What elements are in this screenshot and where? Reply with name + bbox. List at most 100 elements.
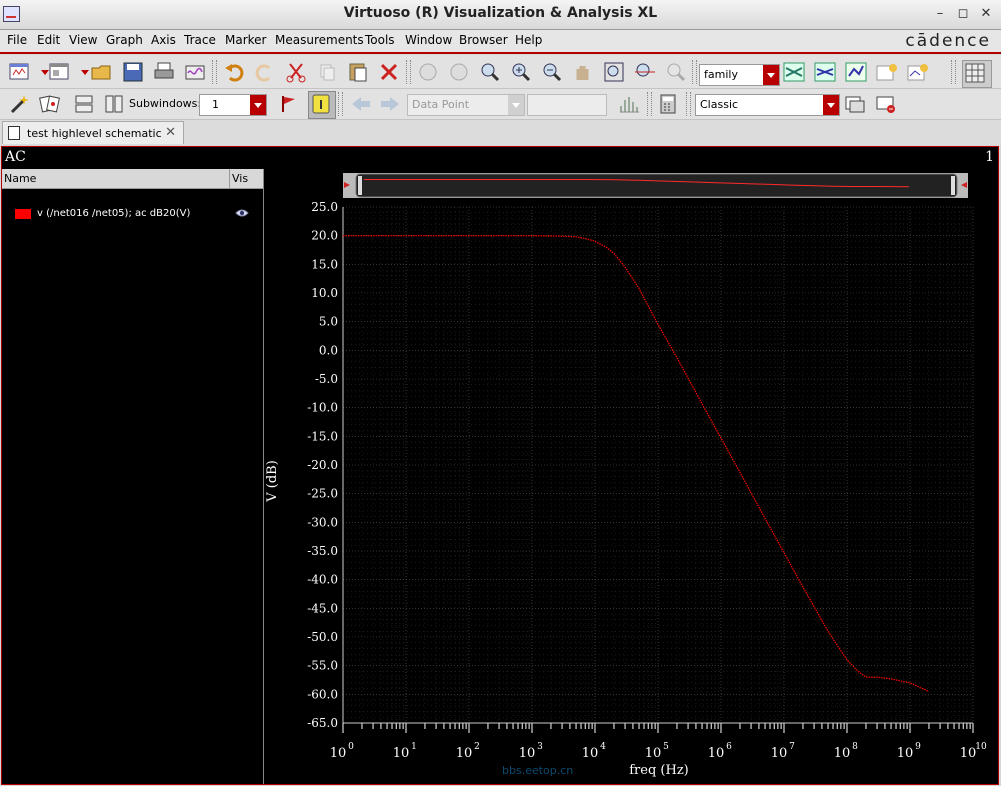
zoom-icon[interactable]: [478, 60, 502, 84]
chevron-down-icon[interactable]: [250, 95, 266, 115]
open-folder-icon[interactable]: [90, 60, 114, 84]
next-point-icon[interactable]: [378, 92, 402, 116]
zoom-x-icon[interactable]: [633, 60, 657, 84]
x-tick-exponent: 1: [411, 742, 417, 752]
menu-browser[interactable]: Browser: [459, 33, 508, 47]
overview-handle-right[interactable]: [951, 176, 955, 195]
toolbar-separator: [686, 92, 691, 116]
prev-point-icon[interactable]: [349, 92, 373, 116]
y-tick-label: -5.0: [315, 372, 338, 386]
zoom-out-circle-icon[interactable]: [447, 60, 471, 84]
select-wand-icon[interactable]: [8, 92, 32, 116]
flag-icon[interactable]: [277, 92, 301, 116]
plot-canvas[interactable]: 25.0 20.0 15.0 10.0 5.0 0.0 -5.0 -10.0 -15.0 -20.…: [264, 169, 998, 784]
menu-bar: File Edit View Graph Axis Trace Marker M…: [0, 30, 1001, 54]
overlay-traces-icon[interactable]: [813, 60, 837, 84]
zoom-in-icon[interactable]: [509, 60, 533, 84]
undo-icon[interactable]: [222, 60, 246, 84]
cards-icon[interactable]: [38, 92, 62, 116]
menu-window[interactable]: Window: [405, 33, 452, 47]
menu-marker[interactable]: Marker: [225, 33, 266, 47]
column-divider[interactable]: [229, 169, 230, 188]
chevron-down-icon[interactable]: [33, 60, 49, 84]
strip-traces-icon[interactable]: [782, 60, 806, 84]
copy-icon[interactable]: [315, 60, 339, 84]
trace-color-swatch[interactable]: [15, 209, 31, 219]
family-select[interactable]: family: [699, 64, 780, 86]
zoom-out-icon[interactable]: [540, 60, 564, 84]
trace-label[interactable]: v (/net016 /net05); ac dB20(V): [37, 208, 190, 219]
y-tick-label: -50.0: [307, 630, 338, 644]
waveform-print-icon[interactable]: [183, 60, 207, 84]
menu-view[interactable]: View: [69, 33, 97, 47]
grid-toggle-icon[interactable]: [962, 60, 992, 88]
chevron-down-icon[interactable]: [73, 60, 89, 84]
menu-axis[interactable]: Axis: [151, 33, 176, 47]
window-hide-icon[interactable]: [874, 92, 898, 116]
zoom-reset-icon[interactable]: [664, 60, 688, 84]
menu-measurements[interactable]: Measurements: [275, 33, 364, 47]
fit-zoom-icon[interactable]: [602, 60, 626, 84]
secondary-toolbar: Subwindows: 1 Data Point Classic: [0, 89, 1001, 120]
redo-icon[interactable]: [253, 60, 277, 84]
new-window-icon[interactable]: [8, 60, 32, 84]
legend-col-vis[interactable]: Vis: [232, 172, 248, 185]
y-tick-label: 10.0: [311, 286, 338, 300]
vertical-layout-icon[interactable]: [102, 92, 126, 116]
y-tick-label: -60.0: [307, 687, 338, 701]
style-select[interactable]: Classic: [695, 94, 840, 116]
minimize-icon[interactable]: –: [932, 6, 948, 22]
marker-value-field[interactable]: [527, 94, 607, 116]
chevron-down-icon[interactable]: [763, 65, 779, 85]
menu-graph[interactable]: Graph: [106, 33, 143, 47]
x-tick-exponent: 7: [789, 742, 795, 752]
zoom-in-circle-icon[interactable]: [416, 60, 440, 84]
cut-icon[interactable]: [284, 60, 308, 84]
tab-test-highlevel-schematic[interactable]: test highlevel schematic ✕: [2, 121, 184, 144]
legend-col-name[interactable]: Name: [4, 172, 36, 185]
chevron-down-icon[interactable]: [508, 95, 524, 115]
menu-trace[interactable]: Trace: [184, 33, 216, 47]
new-subwindow-icon[interactable]: [48, 60, 72, 84]
graph-settings-icon[interactable]: [906, 60, 930, 84]
calculator-settings-icon[interactable]: [875, 60, 899, 84]
main-toolbar: family: [0, 55, 1001, 89]
split-traces-icon[interactable]: [844, 60, 868, 84]
watermark: bbs.eetop.cn: [502, 764, 573, 777]
close-icon[interactable]: ✕: [978, 6, 994, 22]
x-tick-exponent: 0: [348, 742, 354, 752]
save-icon[interactable]: [121, 60, 145, 84]
horizontal-layout-icon[interactable]: [72, 92, 96, 116]
y-axis-label: V (dB): [265, 460, 280, 503]
menu-tools[interactable]: Tools: [365, 33, 395, 47]
chevron-down-icon[interactable]: [823, 95, 839, 115]
eye-icon[interactable]: [235, 207, 249, 219]
cadence-logo: cādence: [905, 31, 991, 51]
marker-type-select[interactable]: Data Point: [407, 94, 525, 116]
paste-icon[interactable]: [346, 60, 370, 84]
marker-type-value: Data Point: [412, 98, 470, 111]
y-axis[interactable]: 25.0 20.0 15.0 10.0 5.0 0.0 -5.0 -10.0 -15.0 -20.…: [307, 200, 344, 730]
trace-legend-panel: Name Vis v (/net016 /net05); ac dB20(V): [2, 169, 264, 784]
menu-help[interactable]: Help: [515, 33, 542, 47]
delete-icon[interactable]: [377, 60, 401, 84]
x-axis[interactable]: 10 0 10 1 10 2 10 3 10 4 10 5 10 6 10 7 10 8 10 9 10 10: [330, 722, 987, 761]
close-icon[interactable]: ✕: [165, 125, 176, 140]
overview-thumb[interactable]: [355, 173, 958, 198]
menu-file[interactable]: File: [7, 33, 27, 47]
family-select-value: family: [704, 68, 738, 81]
menu-edit[interactable]: Edit: [37, 33, 60, 47]
maximize-icon[interactable]: ◻: [955, 6, 971, 22]
trace-legend-item[interactable]: v (/net016 /net05); ac dB20(V): [2, 207, 263, 223]
pan-icon[interactable]: [571, 60, 595, 84]
x-tick-label: 10: [519, 746, 536, 761]
info-icon[interactable]: [308, 91, 336, 119]
plot-area[interactable]: 25.0 20.0 15.0 10.0 5.0 0.0 -5.0 -10.0 -15.0 -20.…: [264, 169, 998, 784]
calculator-icon[interactable]: [656, 92, 680, 116]
toolbar-separator: [692, 60, 697, 84]
window-list-icon[interactable]: [843, 92, 867, 116]
subwindows-select[interactable]: 1: [199, 94, 267, 116]
overview-handle-left[interactable]: [358, 176, 362, 195]
print-icon[interactable]: [152, 60, 176, 84]
histogram-icon[interactable]: [617, 92, 641, 116]
